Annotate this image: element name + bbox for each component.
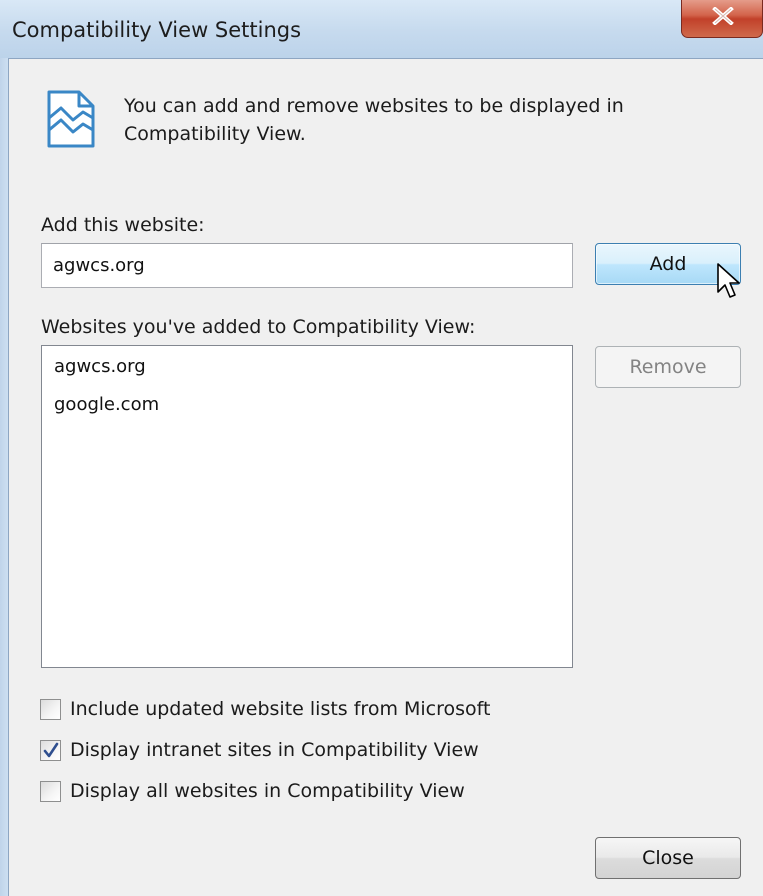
checkbox-include-microsoft-lists[interactable] [40, 698, 61, 720]
close-button[interactable]: Close [595, 837, 741, 879]
title-bar[interactable]: Compatibility View Settings [0, 0, 763, 58]
dialog-window: Compatibility View Settings You can add … [0, 0, 763, 896]
broken-page-icon [47, 90, 95, 148]
websites-list-label: Websites you've added to Compatibility V… [41, 316, 476, 338]
info-message: You can add and remove websites to be di… [124, 95, 624, 145]
remove-button: Remove [595, 346, 741, 388]
check-mark-icon [43, 742, 59, 757]
window-close-button[interactable] [681, 0, 763, 38]
list-item[interactable]: google.com [42, 386, 572, 424]
option-label: Display all websites in Compatibility Vi… [70, 780, 465, 802]
window-title: Compatibility View Settings [12, 18, 302, 42]
checkbox-display-all[interactable] [40, 780, 61, 802]
add-website-label: Add this website: [41, 214, 205, 236]
checkbox-display-intranet[interactable] [40, 739, 61, 761]
close-x-icon [712, 7, 734, 25]
option-label: Include updated website lists from Micro… [70, 698, 491, 720]
option-display-all[interactable]: Display all websites in Compatibility Vi… [40, 779, 465, 803]
option-include-microsoft-lists[interactable]: Include updated website lists from Micro… [40, 697, 490, 721]
option-display-intranet[interactable]: Display intranet sites in Compatibility … [40, 738, 479, 762]
websites-listbox[interactable]: agwcs.org google.com [41, 345, 573, 668]
window-frame-left [0, 58, 8, 896]
option-label: Display intranet sites in Compatibility … [70, 739, 479, 761]
add-website-input[interactable] [41, 243, 573, 288]
add-button[interactable]: Add [595, 243, 741, 285]
list-item[interactable]: agwcs.org [42, 348, 572, 386]
